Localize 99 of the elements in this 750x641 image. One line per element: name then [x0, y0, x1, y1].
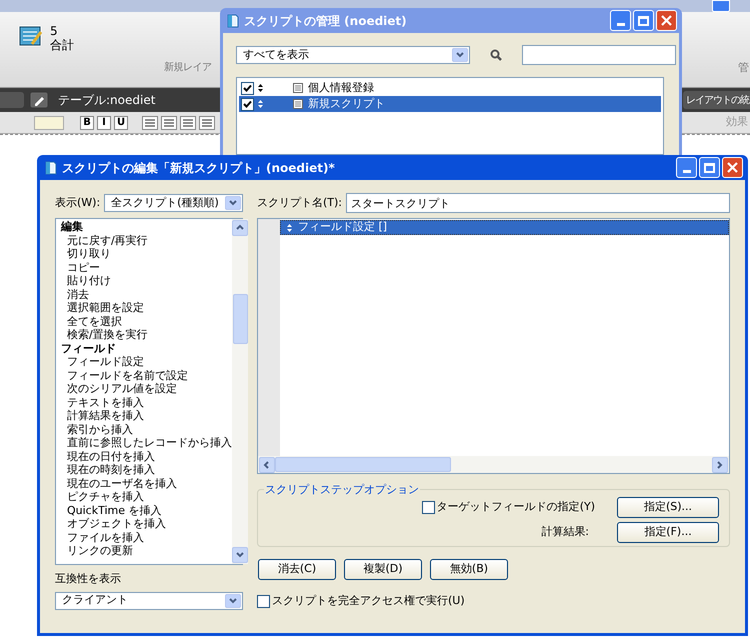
window-title: スクリプトの編集「新規スクリプト」(noediet)* [62, 160, 335, 176]
color-picker[interactable] [34, 116, 64, 130]
step-item[interactable]: 次のシリアル値を設定 [61, 382, 232, 396]
layout-icon [18, 24, 44, 48]
dialog-button[interactable]: 消去(C) [258, 559, 336, 580]
step-item[interactable]: リンクの更新 [61, 544, 232, 558]
group-label: 管 [738, 60, 749, 76]
maximize-button[interactable] [633, 10, 654, 31]
compat-dropdown[interactable]: クライアント [55, 592, 243, 610]
window-title: スクリプトの管理 (noediet) [244, 12, 407, 30]
step-item[interactable]: 選択範囲を設定 [61, 301, 232, 314]
checkbox-label: スクリプトを完全アクセス権で実行(U) [272, 593, 465, 609]
step-item[interactable]: 元に戻す/再実行 [61, 234, 232, 247]
step-item[interactable]: QuickTime を挿入 [61, 504, 232, 517]
step-item[interactable]: 消去 [61, 288, 232, 301]
effect-label: 効果 [726, 114, 748, 130]
script-name-field[interactable]: スタートスクリプト [346, 193, 730, 213]
category-item[interactable]: 編集 [61, 220, 232, 234]
view-label: 表示(W): [55, 194, 100, 211]
minimize-button[interactable] [712, 0, 730, 12]
search-icon [490, 49, 502, 61]
scroll-thumb[interactable] [232, 294, 248, 344]
caret-up-icon [236, 224, 244, 232]
script-name: 個人情報登録 [308, 80, 374, 96]
checkbox[interactable] [422, 501, 435, 514]
scroll-right-button[interactable] [712, 456, 728, 472]
close-button[interactable] [722, 157, 743, 178]
step-item[interactable]: ファイルを挿入 [61, 530, 232, 544]
step-item[interactable]: 直前に参照したレコードから挿入 [61, 436, 232, 450]
step-item[interactable]: 現在の日付を挿入 [61, 450, 232, 463]
script-row[interactable]: 個人情報登録 [239, 80, 661, 96]
script-icon [292, 98, 304, 110]
close-icon [661, 15, 672, 26]
step-item[interactable]: フィールドを名前で設定 [61, 368, 232, 382]
scroll-down-button[interactable] [232, 547, 248, 563]
step-item[interactable]: フィールド設定 [61, 355, 232, 368]
step-item[interactable]: オブジェクトを挿入 [61, 517, 232, 530]
calc-label: 計算結果: [541, 524, 589, 540]
close-button[interactable] [656, 10, 677, 31]
checkbox[interactable] [241, 82, 254, 94]
script-icon [292, 82, 304, 94]
step-item[interactable]: 現在の時刻を挿入 [61, 463, 232, 476]
align-icon[interactable] [180, 116, 196, 130]
scroll-up-button[interactable] [232, 220, 248, 236]
table-label: テーブル:noediet [58, 92, 156, 109]
script-name: 新規スクリプト [308, 96, 385, 112]
document-icon [44, 160, 58, 175]
step-item[interactable]: 貼り付け [61, 274, 232, 288]
layout-button[interactable]: レイアウトの統 [683, 91, 750, 109]
step-item[interactable]: 現在のユーザ名を挿入 [61, 476, 232, 490]
checkbox[interactable] [257, 594, 270, 608]
pencil-icon[interactable] [30, 92, 48, 108]
style-button[interactable]: U [114, 116, 128, 130]
step-item[interactable]: 索引から挿入 [61, 422, 232, 436]
count-label: 5 [50, 24, 59, 38]
dialog-button[interactable]: 無効(B) [430, 559, 508, 580]
style-button[interactable]: I [97, 116, 111, 130]
align-icon[interactable] [199, 116, 215, 130]
align-icon[interactable] [161, 116, 177, 130]
drag-handle-icon[interactable] [287, 224, 292, 232]
step-item[interactable]: ピクチャを挿入 [61, 490, 232, 504]
step-item[interactable]: テキストを挿入 [61, 396, 232, 409]
group-label: 新規レイア [164, 60, 212, 75]
checkbox-label: ターゲットフィールドの指定(Y) [436, 499, 595, 516]
drag-handle-icon[interactable] [258, 100, 263, 108]
step-item[interactable]: 計算結果を挿入 [61, 409, 232, 422]
close-icon [727, 162, 738, 173]
caret-right-icon [716, 460, 724, 468]
minimize-button[interactable] [676, 157, 697, 178]
filter-dropdown[interactable]: すべてを表示 [236, 46, 470, 64]
category-item[interactable]: フィールド [61, 342, 232, 355]
scroll-left-button[interactable] [259, 456, 275, 472]
maximize-button[interactable] [699, 157, 720, 178]
checkbox[interactable] [241, 98, 254, 110]
view-dropdown[interactable]: 全スクリプト(種類順) [104, 194, 243, 212]
script-name-label: スクリプト名(T): [257, 194, 342, 211]
dialog-button[interactable]: 指定(S)... [617, 497, 719, 518]
dialog-button[interactable]: 複製(D) [344, 559, 422, 580]
drag-handle-icon[interactable] [258, 84, 263, 92]
caret-left-icon [263, 460, 271, 468]
document-icon [226, 13, 240, 28]
step-item[interactable]: 全てを選択 [61, 314, 232, 328]
align-icon[interactable] [142, 116, 158, 130]
style-button[interactable]: B [80, 116, 94, 130]
script-step-row[interactable]: フィールド設定 [] [280, 220, 729, 235]
horizontal-scrollbar[interactable] [258, 456, 729, 473]
compat-label: 互換性を表示 [55, 571, 122, 587]
step-text: フィールド設定 [] [298, 219, 388, 236]
step-item[interactable]: コピー [61, 260, 232, 274]
scrollbar[interactable] [232, 219, 248, 564]
count-caption: 合計 [50, 38, 74, 52]
scroll-thumb[interactable] [275, 457, 451, 472]
caret-down-icon [236, 551, 244, 559]
search-field[interactable] [522, 45, 676, 65]
step-item[interactable]: 切り取り [61, 247, 232, 260]
script-row[interactable]: 新規スクリプト [239, 96, 661, 112]
step-item[interactable]: 検索/置換を実行 [61, 328, 232, 342]
minimize-button[interactable] [610, 10, 631, 31]
dialog-button[interactable]: 指定(F)... [617, 522, 719, 543]
